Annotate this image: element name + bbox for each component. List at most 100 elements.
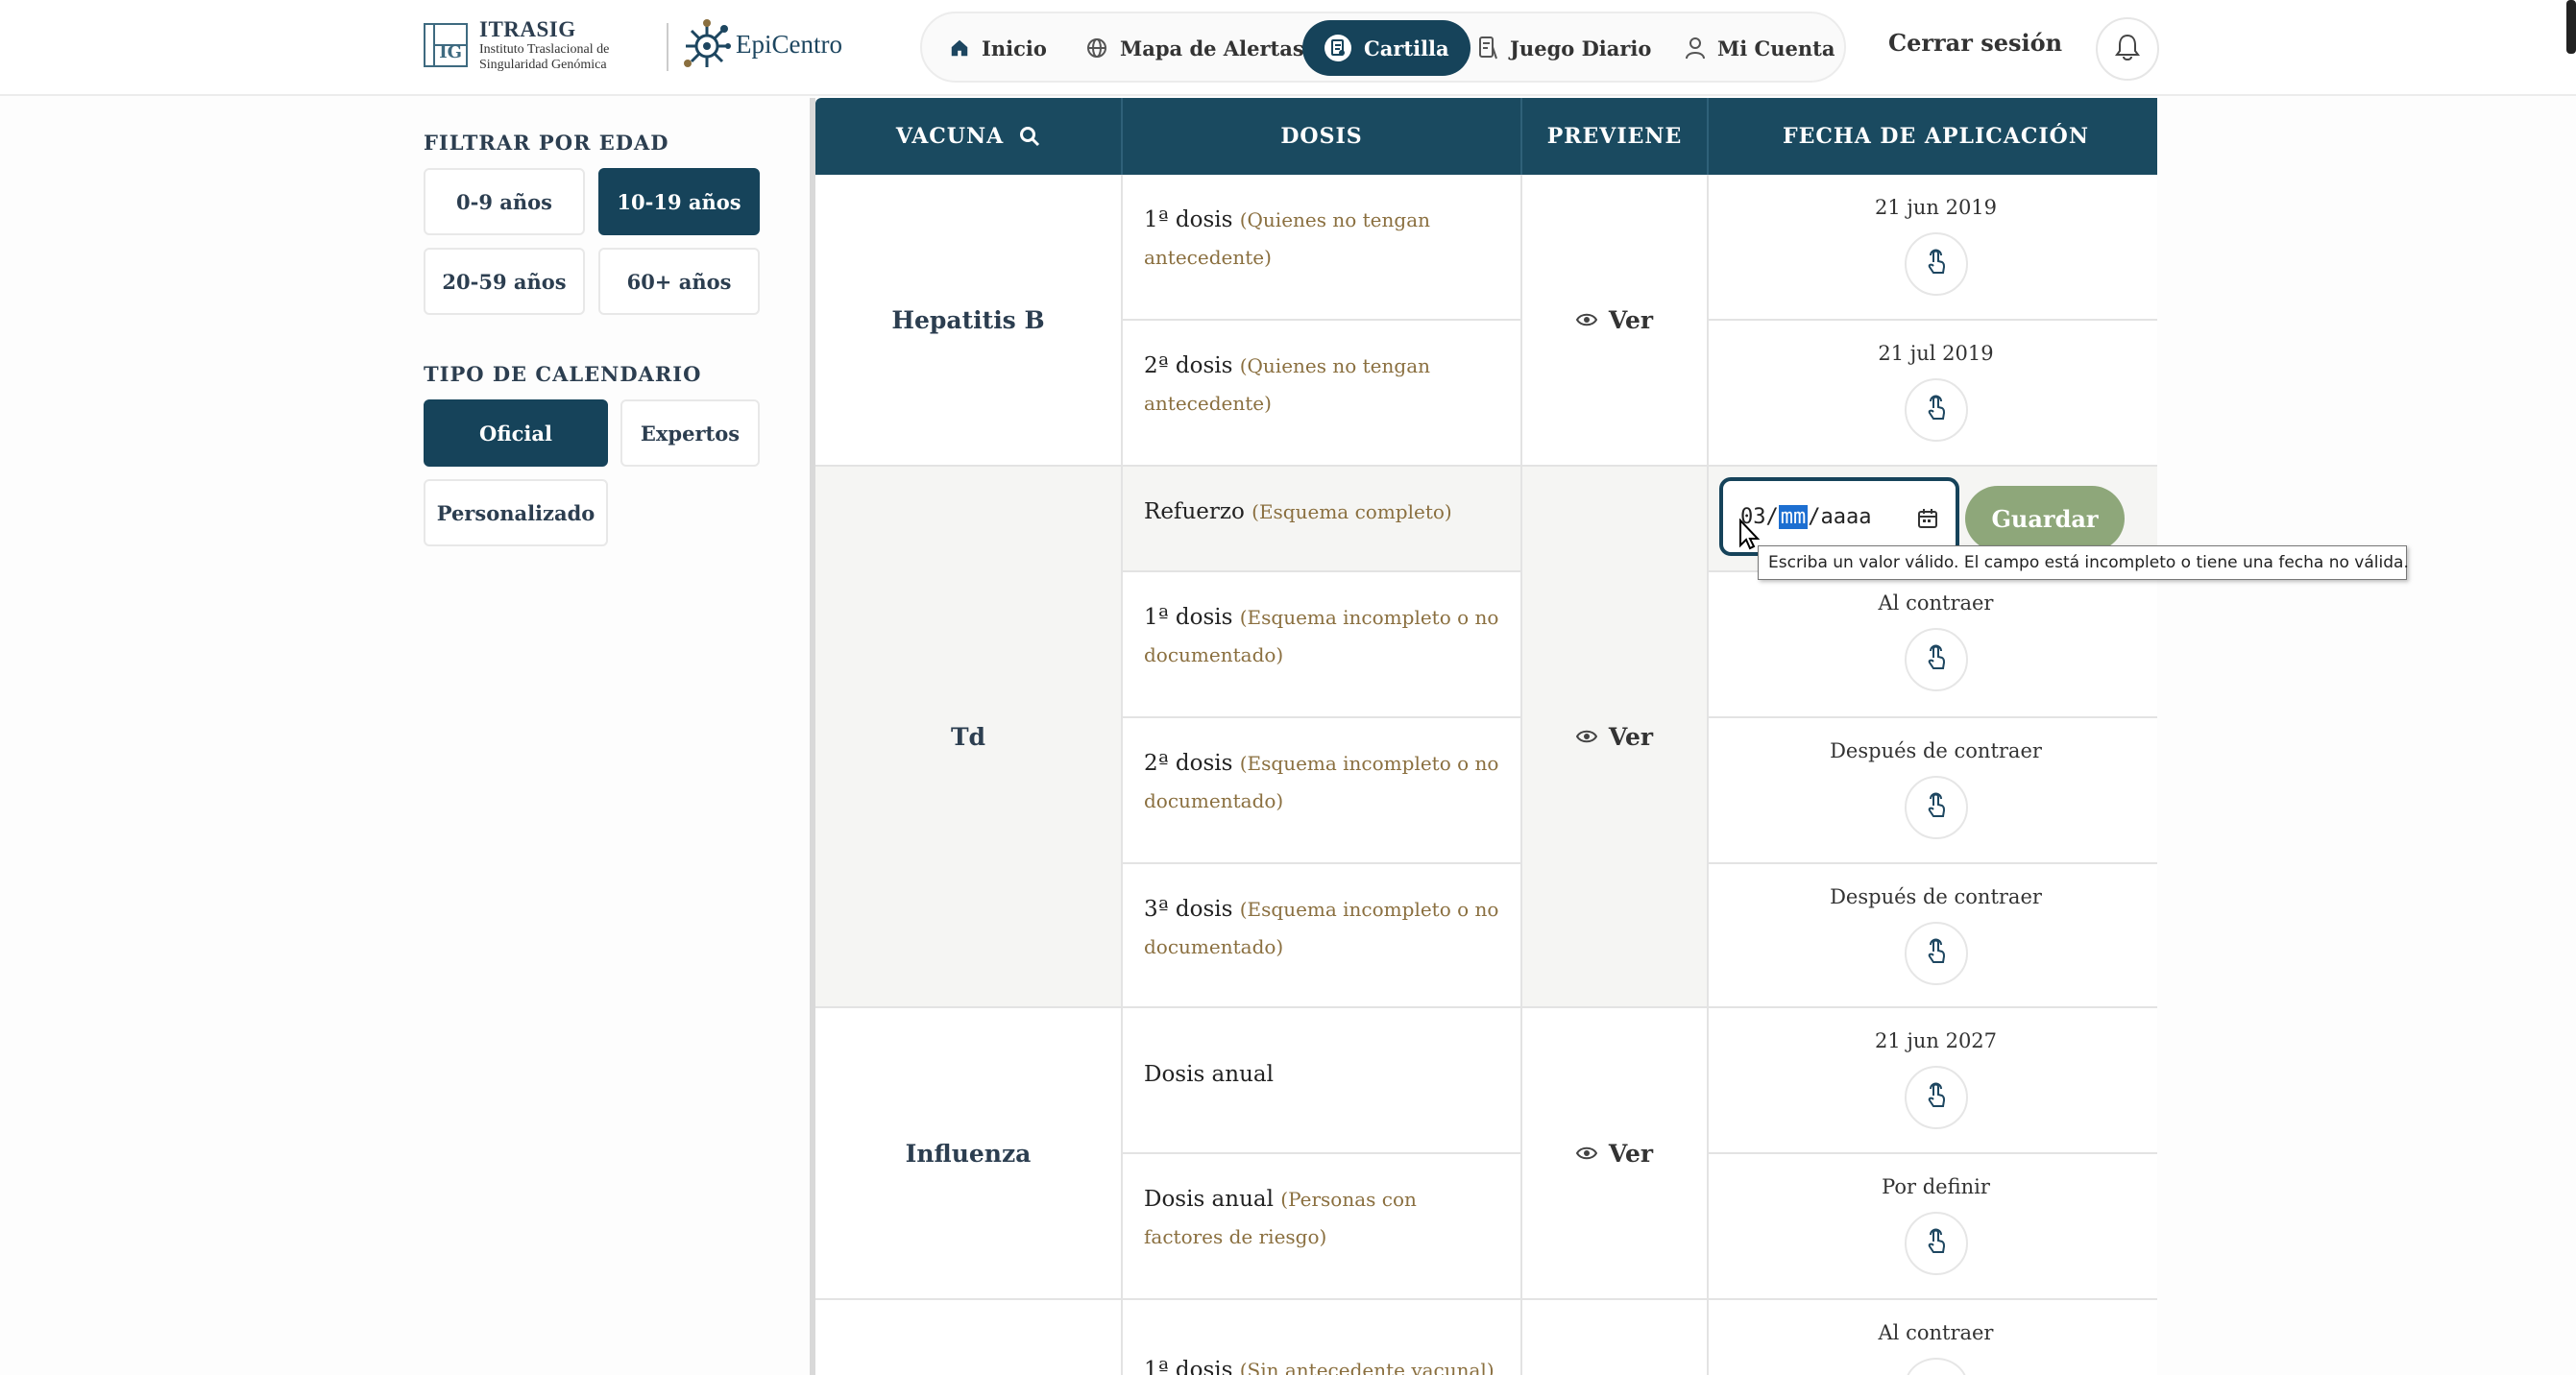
main-nav: Inicio Mapa de Alertas Cartilla Juego Di… (920, 12, 1846, 83)
tap-date-button[interactable] (1904, 922, 1968, 985)
logo-title: ITRASIG (479, 17, 576, 41)
dose-note: (Esquema completo) (1252, 500, 1452, 523)
header-vacuna[interactable]: VACUNA (815, 98, 1123, 175)
logo-divider (667, 23, 668, 71)
ver-label: Ver (1608, 1139, 1654, 1168)
dose-label: 3ª dosis (1144, 897, 1233, 922)
vaccine-name-td: Td (815, 467, 1123, 1008)
dose-label: 1ª dosis (1144, 1358, 1233, 1375)
age-0-9-button[interactable]: 0-9 años (424, 168, 585, 235)
logo-subtitle-1: Instituto Traslacional de (479, 42, 610, 57)
tap-date-button[interactable] (1904, 628, 1968, 691)
calendar-icon[interactable] (1917, 508, 1938, 535)
top-header: IG ITRASIG Instituto Traslacional de Sin… (0, 0, 2576, 96)
date-cell: 21 jun 2027 (1709, 1008, 2157, 1154)
table-row: Refuerzo (Esquema completo) (1123, 467, 1522, 572)
game-icon (1477, 36, 1498, 60)
nav-mapa-alertas[interactable]: Mapa de Alertas (1085, 20, 1304, 76)
header-fecha: FECHA DE APLICACIÓN (1783, 124, 2089, 149)
save-date-button[interactable]: Guardar (1965, 486, 2125, 551)
user-icon (1685, 36, 1706, 60)
window-scrollbar[interactable] (2566, 0, 2576, 54)
calendar-personalizado-button[interactable]: Personalizado (424, 479, 608, 546)
table-row: 2ª dosis (Quienes no tengan antecedente) (1123, 321, 1522, 467)
globe-icon (1085, 36, 1108, 60)
ver-influenza-button[interactable]: Ver (1522, 1008, 1709, 1300)
eye-icon (1575, 313, 1597, 326)
date-month-segment[interactable]: mm (1778, 504, 1809, 529)
table-row: 1ª dosis (Esquema incompleto o no docume… (1123, 572, 1522, 718)
bell-icon (2114, 33, 2141, 65)
tap-date-button[interactable] (1904, 1066, 1968, 1129)
tap-date-button[interactable] (1904, 378, 1968, 442)
table-row: 1ª dosis (Quienes no tengan antecedente) (1123, 175, 1522, 321)
dose-label: 2ª dosis (1144, 751, 1233, 776)
nav-mi-cuenta[interactable]: Mi Cuenta (1685, 20, 1835, 76)
nav-juego-diario[interactable]: Juego Diario (1477, 20, 1651, 76)
notifications-button[interactable] (2096, 17, 2159, 81)
itrasig-logo[interactable]: IG ITRASIG Instituto Traslacional de Sin… (424, 17, 609, 73)
ver-next-cell (1522, 1300, 1709, 1375)
date-value: Después de contraer (1830, 739, 2042, 762)
tap-date-button[interactable] (1904, 776, 1968, 839)
molecule-icon (682, 17, 732, 71)
date-cell: 21 jul 2019 (1709, 321, 2157, 467)
date-cell: 21 jun 2019 (1709, 175, 2157, 321)
logo-mark-letters: IG (439, 42, 462, 62)
header-dosis: DOSIS (1123, 98, 1522, 175)
finger-tap-icon (1925, 249, 1948, 279)
date-value: Al contraer (1878, 591, 1994, 615)
search-icon[interactable] (1019, 126, 1040, 147)
date-value: Después de contraer (1830, 885, 2042, 908)
table-header: VACUNA DOSIS PREVIENE FECHA DE APLICACIÓ… (815, 98, 2157, 175)
logout-button[interactable]: Cerrar sesión (1888, 29, 2062, 57)
dose-label: 2ª dosis (1144, 353, 1233, 378)
age-20-59-button[interactable]: 20-59 años (424, 248, 585, 315)
header-previene: PREVIENE (1522, 98, 1709, 175)
date-value: 21 jun 2019 (1874, 196, 1998, 219)
ver-hepatitis-b-button[interactable]: Ver (1522, 175, 1709, 467)
table-row: 1ª dosis (Sin antecedente vacunal) (1123, 1300, 1522, 1375)
age-filter-title: FILTRAR POR EDAD (424, 131, 669, 155)
nav-mapa-alertas-label: Mapa de Alertas (1120, 36, 1304, 60)
document-icon (1324, 34, 1352, 62)
dose-note: (Sin antecedente vacunal) (1239, 1359, 1495, 1375)
dose-label: Dosis anual (1144, 1062, 1274, 1087)
nav-cartilla[interactable]: Cartilla (1302, 20, 1470, 76)
dose-label: 1ª dosis (1144, 207, 1233, 232)
vaccine-name-influenza: Influenza (815, 1008, 1123, 1300)
finger-tap-icon (1925, 644, 1948, 675)
vaccine-name-hepatitis-b: Hepatitis B (815, 175, 1123, 467)
date-cell: Al contraer (1709, 1300, 2157, 1375)
date-value: 21 jun 2027 (1874, 1029, 1998, 1052)
calendar-oficial-button[interactable]: Oficial (424, 399, 608, 467)
itrasig-logo-mark: IG (424, 23, 468, 67)
vaccine-name-next (815, 1300, 1123, 1375)
finger-tap-icon (1925, 938, 1948, 969)
date-cell: Después de contraer (1709, 718, 2157, 864)
dose-label: 1ª dosis (1144, 605, 1233, 630)
age-60-plus-button[interactable]: 60+ años (598, 248, 760, 315)
tap-date-button[interactable] (1904, 232, 1968, 296)
age-10-19-button[interactable]: 10-19 años (598, 168, 760, 235)
table-row: Dosis anual (Personas con factores de ri… (1123, 1154, 1522, 1300)
nav-juego-diario-label: Juego Diario (1510, 36, 1652, 60)
ver-label: Ver (1608, 722, 1654, 751)
calendar-expertos-button[interactable]: Expertos (620, 399, 760, 467)
epicentro-logo[interactable]: EpiCentro (682, 17, 842, 71)
date-cell: Después de contraer (1709, 864, 2157, 1008)
ver-label: Ver (1608, 305, 1654, 334)
finger-tap-icon (1925, 792, 1948, 823)
date-year-segment[interactable]: aaaa (1821, 505, 1872, 529)
logo-subtitle-2: Singularidad Genómica (479, 58, 607, 72)
tap-date-button[interactable] (1904, 1358, 1968, 1375)
tap-date-button[interactable] (1904, 1212, 1968, 1275)
nav-inicio[interactable]: Inicio (949, 20, 1047, 76)
dose-label: Refuerzo (1144, 499, 1245, 524)
date-value: Al contraer (1878, 1321, 1994, 1344)
mouse-cursor-icon (1738, 518, 1762, 555)
header-vacuna-label: VACUNA (895, 124, 1005, 149)
nav-inicio-label: Inicio (982, 36, 1047, 60)
calendar-type-title: TIPO DE CALENDARIO (424, 362, 702, 386)
ver-td-button[interactable]: Ver (1522, 467, 1709, 1008)
